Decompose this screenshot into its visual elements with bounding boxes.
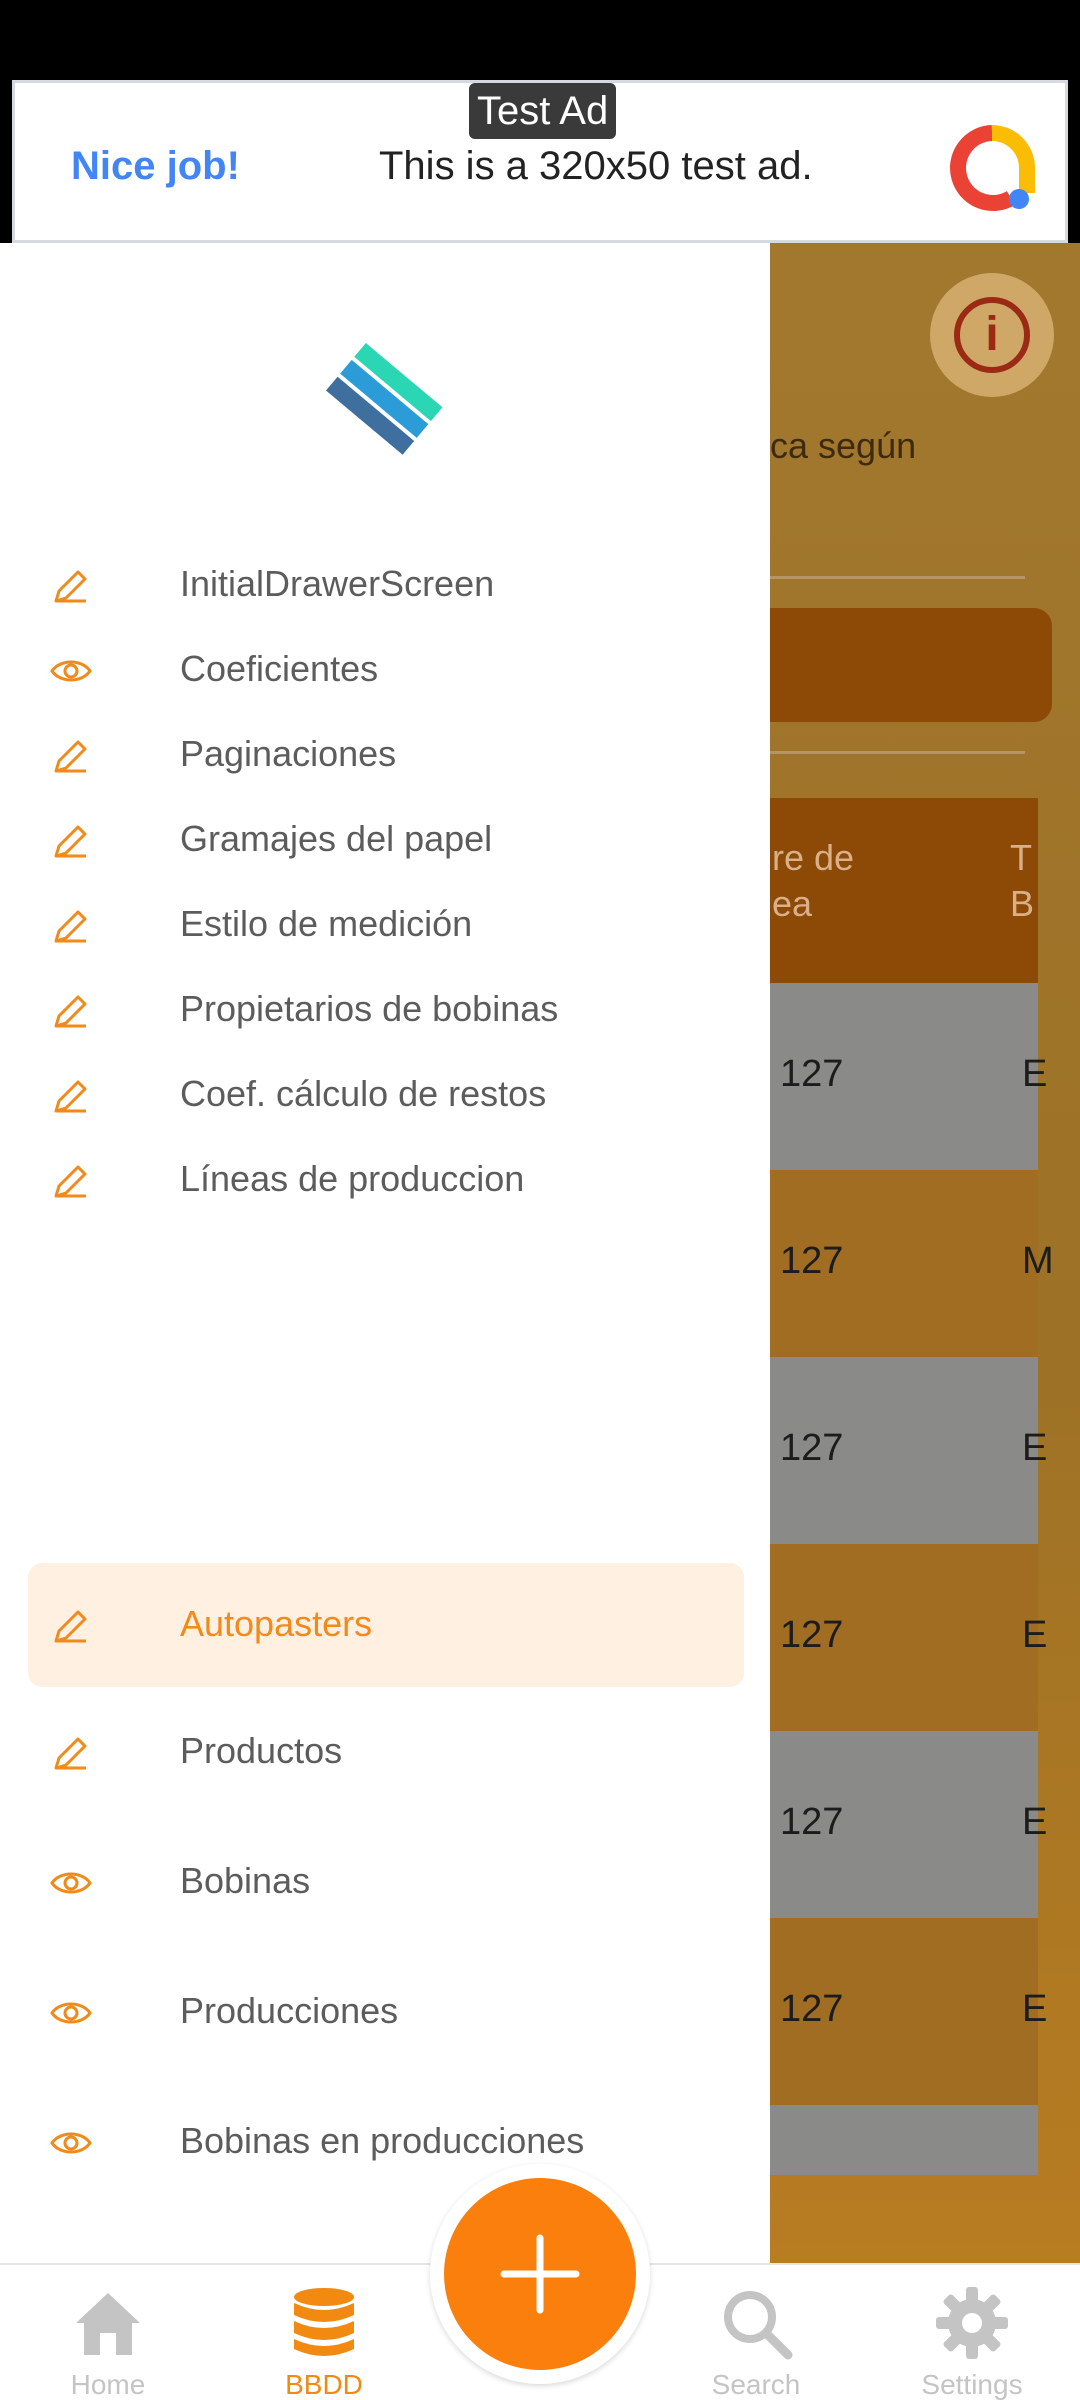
- pencil-icon: [54, 1610, 87, 1643]
- menu-item-producciones[interactable]: Producciones: [28, 1950, 744, 2074]
- ad-headline: Nice job!: [71, 144, 240, 188]
- pencil-icon: [54, 1737, 87, 1770]
- table-cell: E: [1022, 1053, 1048, 1095]
- table-row: 127 E: [740, 983, 1047, 1170]
- eye-icon: [50, 1872, 92, 1894]
- nav-home[interactable]: Home: [0, 2265, 216, 2400]
- info-button[interactable]: i: [930, 273, 1054, 397]
- add-button[interactable]: [444, 2178, 636, 2370]
- pencil-icon: [54, 570, 87, 603]
- menu-item-bobinas[interactable]: Bobinas: [28, 1820, 744, 1944]
- divider: [770, 576, 1025, 579]
- pencil-icon: [54, 910, 87, 943]
- table-cell: E: [1022, 1614, 1048, 1656]
- nav-label: Search: [711, 2369, 801, 2400]
- table-row: 127 M: [740, 1170, 1054, 1357]
- table-cell: M: [1022, 1240, 1054, 1282]
- menu-item-label: Paginaciones: [180, 733, 397, 774]
- menu-item-label: Coef. cálculo de restos: [180, 1073, 547, 1114]
- menu-item-label: InitialDrawerScreen: [180, 563, 495, 604]
- menu-item-lineas-de-produccion[interactable]: Líneas de produccion: [28, 1118, 744, 1242]
- search-icon: [724, 2291, 793, 2360]
- home-icon: [76, 2293, 140, 2355]
- menu-item-autopasters[interactable]: Autopasters: [28, 1563, 744, 1687]
- menu-item-bobinas-en-producciones[interactable]: Bobinas en producciones: [28, 2080, 744, 2204]
- pencil-icon: [54, 1165, 87, 1198]
- table-row: 127 E: [740, 1731, 1047, 1918]
- pencil-icon: [54, 1080, 87, 1113]
- nav-label: BBDD: [285, 2369, 363, 2400]
- divider: [770, 751, 1025, 754]
- table-cell: E: [1022, 1988, 1048, 2030]
- menu-item-label: Bobinas en producciones: [180, 2120, 585, 2161]
- menu-item-label: Gramajes del papel: [180, 818, 493, 859]
- pencil-icon: [54, 995, 87, 1028]
- background-description: ca según: [770, 425, 917, 466]
- navigation-drawer: InitialDrawerScreen Coeficientes Paginac…: [0, 243, 770, 2263]
- table-header-cell: T B: [1010, 837, 1035, 924]
- menu-item-label: Estilo de medición: [180, 903, 473, 944]
- nav-search[interactable]: Search: [648, 2265, 864, 2400]
- table-cell: 127: [780, 1988, 844, 2030]
- menu-item-label: Propietarios de bobinas: [180, 988, 559, 1029]
- table-cell: E: [1022, 1427, 1048, 1469]
- info-icon: i: [954, 297, 1030, 373]
- menu-item-label: Autopasters: [180, 1603, 373, 1644]
- table-row: 127 E: [740, 1357, 1047, 1544]
- table-row: 127 E: [740, 1918, 1047, 2105]
- menu-item-label: Bobinas: [180, 1860, 311, 1901]
- table-row: 127 E: [740, 1544, 1047, 1731]
- nav-label: Home: [70, 2369, 146, 2400]
- ad-tag: Test Ad: [469, 83, 617, 139]
- menu-item-label: Coeficientes: [180, 648, 379, 689]
- nav-bbdd[interactable]: BBDD: [216, 2265, 432, 2400]
- app-logo-icon: [325, 343, 443, 455]
- background-action-button: [740, 608, 1052, 722]
- table-cell: 127: [780, 1427, 844, 1469]
- plus-icon: [500, 2234, 580, 2314]
- table-cell: 127: [780, 1614, 844, 1656]
- table-cell: 127: [780, 1801, 844, 1843]
- ad-banner[interactable]: Test Ad Nice job! This is a 320x50 test …: [12, 80, 1068, 243]
- table-row: [740, 2105, 1038, 2175]
- ad-logo-icon: [950, 125, 1035, 211]
- gear-icon: [936, 2287, 1008, 2359]
- nav-label: Settings: [921, 2369, 1023, 2400]
- menu-item-productos[interactable]: Productos: [28, 1690, 744, 1814]
- pencil-icon: [54, 825, 87, 858]
- menu-item-label: Productos: [180, 1730, 343, 1771]
- table-cell: 127: [780, 1240, 844, 1282]
- table-cell: 127: [780, 1053, 844, 1095]
- table-header-cell: re de ea: [772, 837, 855, 924]
- menu-item-label: Líneas de produccion: [180, 1158, 525, 1199]
- status-bar: [0, 0, 1080, 80]
- database-icon: [294, 2288, 354, 2356]
- pencil-icon: [54, 740, 87, 773]
- eye-icon: [50, 2002, 92, 2024]
- eye-icon: [50, 2132, 92, 2154]
- eye-icon: [50, 660, 92, 682]
- table-cell: E: [1022, 1801, 1048, 1843]
- ad-body: This is a 320x50 test ad.: [379, 144, 813, 188]
- nav-settings[interactable]: Settings: [864, 2265, 1080, 2400]
- menu-item-label: Producciones: [180, 1990, 399, 2031]
